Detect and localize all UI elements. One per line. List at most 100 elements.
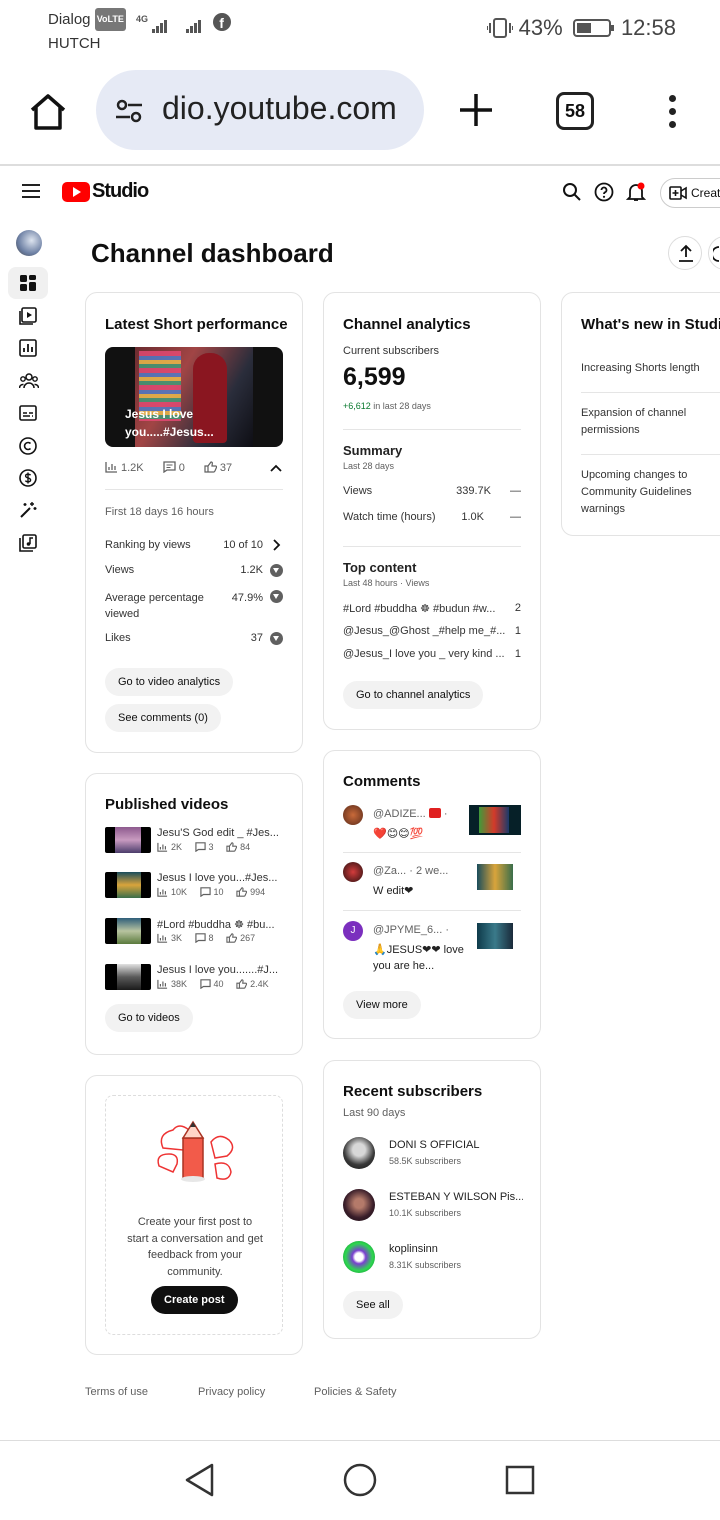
go-to-channel-analytics-button[interactable]: Go to channel analytics [343,681,484,709]
short-views: 1.2K [121,462,144,474]
back-icon[interactable] [184,1463,216,1497]
go-live-button[interactable] [708,236,720,270]
arrow-down-icon [270,632,283,645]
comments-icon [199,979,211,989]
sidebar-item-community[interactable] [8,365,48,397]
create-post-area: Create your first post to start a conver… [105,1095,283,1335]
ranking-row[interactable]: Ranking by views 10 of 10 [105,539,283,551]
views-icon [157,887,168,897]
home-icon[interactable] [26,90,70,134]
whats-new-item[interactable]: Expansion of channel permissions [581,405,711,439]
go-to-video-analytics-button[interactable]: Go to video analytics [105,668,234,696]
latest-short-title: Latest Short performance [105,316,288,333]
help-icon[interactable] [594,182,614,202]
subscribers-count: 6,599 [343,363,406,391]
analytics-icon [19,339,37,357]
create-post-button[interactable]: Create post [151,1286,238,1314]
volte-badge: VoLTE [94,8,126,31]
address-bar[interactable]: dio.youtube.com [96,70,424,150]
view-more-button[interactable]: View more [343,991,421,1019]
comment-item[interactable]: J @JPYME_6... · 🙏JESUS❤❤ love you are he… [343,921,523,972]
video-stats: 2K 3 84 [157,842,260,852]
subscriber-item[interactable]: ESTEBAN Y WILSON Pis... 10.1K subscriber… [343,1189,523,1223]
video-item[interactable]: Jesus I love you...#Jes... 10K 10 994 [105,872,285,902]
subscriber-item[interactable]: koplinsinn 8.31K subscribers [343,1241,523,1275]
whats-new-item[interactable]: Upcoming changes to Community Guidelines… [581,467,711,518]
video-item[interactable]: Jesus I love you.......#J... 38K 40 2.4K [105,964,285,994]
comments-card: Comments @ADIZE... · ❤️😊😊💯 @Za... · 2 we… [323,750,541,1039]
battery-percent: 43% [518,15,563,41]
url-text[interactable]: dio.youtube.com [162,90,412,127]
video-item[interactable]: #Lord #buddha ☸ #bu... 3K 8 267 [105,918,285,948]
search-icon[interactable] [562,182,582,202]
carrier-info: Dialog VoLTE 4G f HUTCH [48,8,231,54]
recent-subscribers-period: Last 90 days [343,1107,406,1119]
browser-menu-icon[interactable] [660,92,684,128]
like-icon [236,887,248,897]
home-circle-icon[interactable] [343,1463,377,1497]
sidebar-item-audio-library[interactable] [8,527,48,559]
create-button[interactable]: Create [660,178,720,208]
studio-logo[interactable]: Studio [62,180,149,204]
see-comments-button[interactable]: See comments (0) [105,704,221,732]
browser-toolbar: dio.youtube.com 58 [0,56,720,166]
recent-subscribers-title: Recent subscribers [343,1083,483,1100]
privacy-link[interactable]: Privacy policy [198,1386,265,1398]
divider [343,546,521,547]
summary-watch-label: Watch time (hours) [343,511,436,523]
upload-button[interactable] [668,236,702,270]
video-comments: 3 [208,842,214,852]
summary-watch-row: Watch time (hours) 1.0K — [343,511,521,523]
comments-title: Comments [343,773,421,790]
video-item[interactable]: Jesu'S God edit _ #Jes... 2K 3 84 [105,827,285,857]
see-all-button[interactable]: See all [343,1291,403,1319]
comment-item[interactable]: @ADIZE... · ❤️😊😊💯 [343,805,523,845]
short-thumbnail[interactable]: Jesus I love you.....#Jesus... [105,347,283,447]
go-to-videos-button[interactable]: Go to videos [105,1004,193,1032]
short-comments: 0 [178,462,185,474]
policies-link[interactable]: Policies & Safety [314,1386,397,1398]
comment-text: 🙏JESUS❤❤ love you are he... [373,944,464,972]
comments-icon [194,842,206,852]
system-nav-bar [0,1440,720,1520]
sidebar-item-copyright[interactable] [8,430,48,462]
logo-text: Studio [92,180,149,202]
subscriber-item[interactable]: DONI S OFFICIAL 58.5K subscribers [343,1137,523,1171]
sidebar-item-earn[interactable] [8,462,48,494]
recents-icon[interactable] [505,1465,535,1495]
channel-avatar[interactable] [16,230,42,256]
summary-watch-trend: — [510,511,521,523]
terms-link[interactable]: Terms of use [85,1386,148,1398]
sidebar-item-analytics[interactable] [8,332,48,364]
comment-item[interactable]: @Za... · 2 we... W edit❤ [343,862,523,902]
chevron-up-icon[interactable] [270,464,282,472]
new-tab-icon[interactable] [458,92,494,128]
sidebar-item-customization[interactable] [8,494,48,526]
sidebar-item-content[interactable] [8,300,48,332]
top-content-item-views: 1 [514,648,521,660]
tab-switcher-button[interactable]: 58 [556,92,594,130]
notifications-icon[interactable] [626,182,646,202]
top-content-item-title: #Lord #buddha ☸ #budun #w... [343,603,496,615]
sidebar-item-subtitles[interactable] [8,397,48,429]
subscriber-count: 10.1K subscribers [389,1208,462,1218]
top-content-item[interactable]: @Jesus_@Ghost _#help me_#... 1 [343,625,521,637]
sidebar-item-dashboard[interactable] [8,267,48,299]
video-likes: 994 [250,887,266,897]
subscribers-label: Current subscribers [343,345,439,357]
video-views: 3K [171,933,183,943]
divider [105,489,283,490]
create-post-text: Create your first post to start a conver… [127,1216,263,1278]
subscriber-name: ESTEBAN Y WILSON Pis... [389,1191,523,1203]
site-settings-icon[interactable] [114,96,144,126]
top-content-item[interactable]: #Lord #buddha ☸ #budun #w... 2 [343,602,521,615]
views-icon [157,842,168,852]
avatar: J [343,921,363,941]
channel-analytics-title: Channel analytics [343,316,471,333]
divider [343,429,521,430]
subtitles-icon [19,405,37,421]
whats-new-item[interactable]: Increasing Shorts length [581,360,720,377]
top-content-item[interactable]: @Jesus_I love you _ very kind ... 1 [343,648,521,660]
hamburger-menu-icon[interactable] [22,184,40,198]
divider [343,852,521,853]
